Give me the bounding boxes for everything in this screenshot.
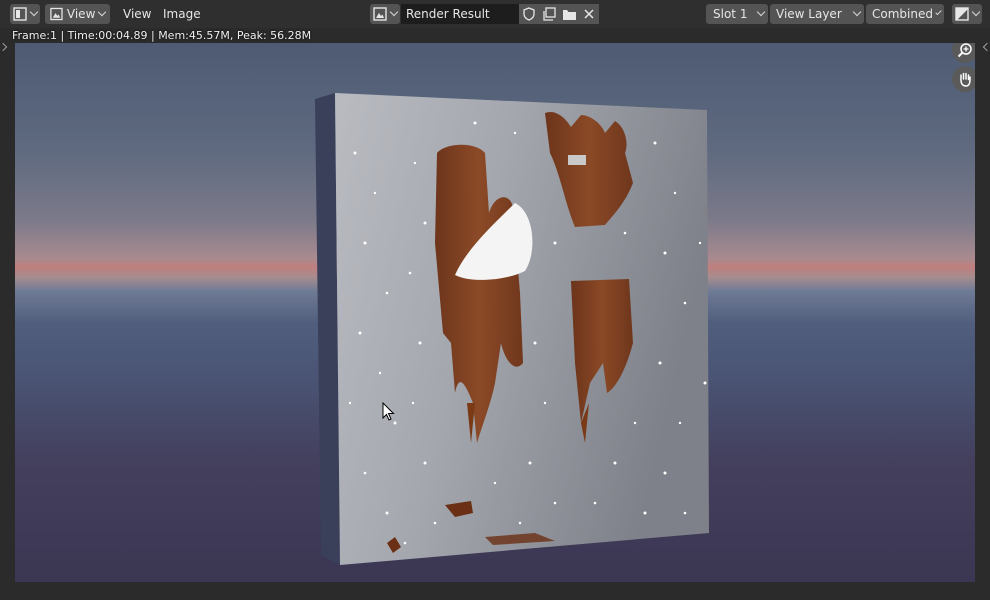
slot-label: Slot 1	[713, 7, 748, 21]
chevron-down-icon	[756, 7, 766, 17]
chevron-down-icon	[852, 7, 862, 17]
image-name: Render Result	[406, 7, 490, 21]
render-pass-label: Combined	[872, 7, 933, 21]
image-name-field[interactable]: Render Result	[401, 4, 519, 24]
folder-icon	[562, 9, 576, 20]
chevron-down-icon	[935, 8, 942, 16]
display-channels-icon	[955, 7, 969, 21]
unlink-image-button[interactable]	[579, 4, 599, 24]
render-result-image	[315, 93, 709, 565]
pan-tool-button[interactable]	[952, 66, 975, 92]
fake-user-button[interactable]	[519, 4, 539, 24]
editor-type-dropdown[interactable]	[10, 4, 40, 24]
render-info-text: Frame:1 | Time:00:04.89 | Mem:45.57M, Pe…	[12, 29, 312, 42]
chevron-down-icon	[389, 7, 399, 17]
chevron-down-icon	[29, 7, 39, 17]
zoom-in-icon	[957, 43, 972, 58]
image-icon	[50, 7, 63, 21]
menu-view[interactable]: View	[123, 4, 151, 24]
render-viewport[interactable]	[15, 43, 975, 582]
image-editor-header: View View Image Render Result Slot 1 Vie…	[0, 0, 990, 28]
open-image-button[interactable]	[559, 4, 579, 24]
close-icon	[584, 9, 594, 19]
new-image-button[interactable]	[539, 4, 559, 24]
shield-icon	[523, 7, 535, 21]
chevron-down-icon	[98, 7, 107, 17]
duplicate-icon	[543, 7, 556, 21]
toolbar-expand-icon[interactable]	[0, 42, 8, 52]
menu-image[interactable]: Image	[163, 4, 201, 24]
display-channels-dropdown[interactable]	[952, 4, 982, 24]
view-layer-label: View Layer	[776, 7, 842, 21]
mouse-cursor-icon	[382, 402, 395, 421]
render-pass-dropdown[interactable]: Combined	[866, 4, 944, 24]
view-mode-dropdown[interactable]: View	[45, 4, 110, 24]
image-icon	[373, 7, 387, 21]
image-editor-icon	[13, 7, 27, 21]
hand-icon	[960, 72, 971, 87]
view-mode-label: View	[66, 7, 96, 21]
chevron-down-icon	[971, 7, 981, 17]
slot-dropdown[interactable]: Slot 1	[706, 4, 768, 24]
view-layer-dropdown[interactable]: View Layer	[770, 4, 864, 24]
sidebar-expand-icon[interactable]	[982, 42, 990, 52]
browse-image-dropdown[interactable]	[370, 4, 400, 24]
